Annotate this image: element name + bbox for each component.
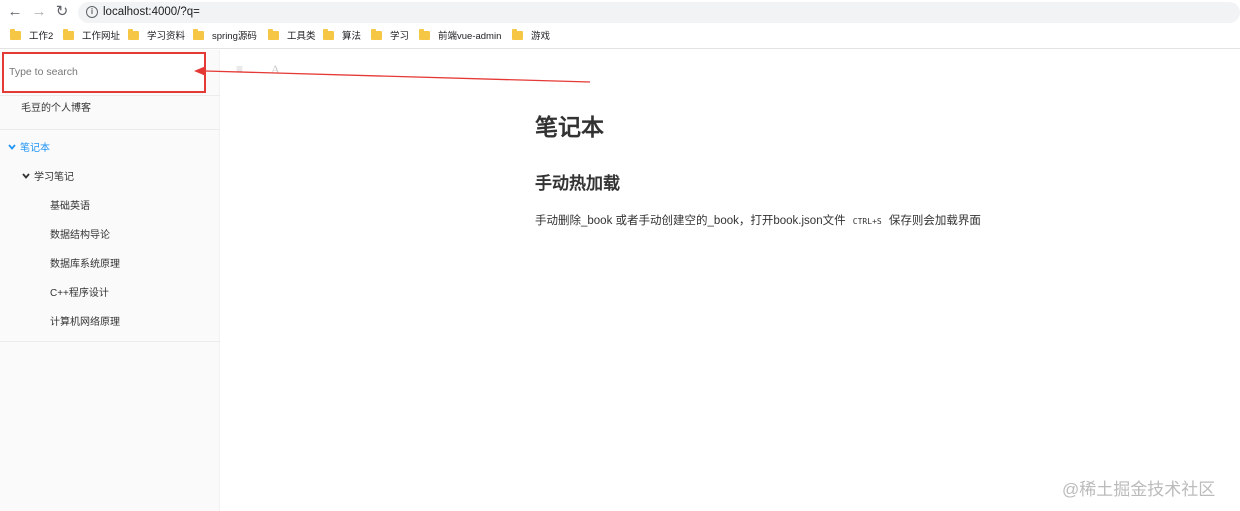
- list-icon[interactable]: ≡: [236, 62, 243, 76]
- info-icon[interactable]: i: [86, 6, 98, 18]
- chevron-down-icon: [22, 173, 30, 179]
- chevron-down-icon: [8, 144, 16, 150]
- section-item-notebook[interactable]: 笔记本: [8, 142, 50, 156]
- content-paragraph: 手动删除_book 或者手动创建空的_book，打开book.json文件 CT…: [535, 215, 981, 227]
- folder-icon: [128, 29, 139, 40]
- note-item[interactable]: 数据结构导论: [50, 229, 110, 243]
- url-text[interactable]: localhost:4000/?q=: [103, 2, 200, 23]
- section-heading: 手动热加载: [535, 174, 620, 193]
- note-item[interactable]: 数据库系统原理: [50, 258, 120, 272]
- blog-link[interactable]: 毛豆的个人博客: [21, 102, 91, 116]
- divider: [0, 129, 220, 130]
- bookmark-item[interactable]: 前端vue-admin: [419, 29, 501, 44]
- reload-icon[interactable]: ↻: [53, 3, 71, 21]
- folder-icon: [10, 29, 21, 40]
- subsection-item-study-notes[interactable]: 学习笔记: [22, 171, 74, 185]
- folder-icon: [193, 29, 204, 40]
- bookmarks-bar: 工作2 工作网址 学习资料 spring源码 工具类 算法 学习 前端vue-a…: [0, 25, 1240, 49]
- divider: [0, 341, 220, 342]
- folder-icon: [419, 29, 430, 40]
- book-sidebar: 毛豆的个人博客 笔记本 学习笔记 基础英语 数据结构导论 数据库系统原理 C++…: [0, 50, 220, 511]
- bookmark-item[interactable]: 游戏: [512, 29, 550, 44]
- folder-icon: [63, 29, 74, 40]
- note-item[interactable]: 基础英语: [50, 200, 90, 214]
- note-item[interactable]: 计算机网络原理: [50, 316, 120, 330]
- search-box: [2, 52, 206, 93]
- bookmark-item[interactable]: 工具类: [268, 29, 316, 44]
- browser-toolbar: ← → ↻ i localhost:4000/?q=: [0, 0, 1240, 25]
- page-title: 笔记本: [535, 114, 604, 140]
- bookmark-item[interactable]: spring源码: [193, 29, 257, 44]
- address-bar[interactable]: i localhost:4000/?q=: [78, 2, 1240, 23]
- folder-icon: [371, 29, 382, 40]
- watermark: @稀土掘金技术社区: [1062, 480, 1216, 499]
- folder-icon: [512, 29, 523, 40]
- folder-icon: [268, 29, 279, 40]
- bookmark-item[interactable]: 学习资料: [128, 29, 185, 44]
- forward-arrow-icon[interactable]: →: [30, 3, 48, 21]
- bookmark-item[interactable]: 工作网址: [63, 29, 120, 44]
- divider: [0, 95, 220, 96]
- note-item[interactable]: C++程序设计: [50, 287, 109, 301]
- bookmark-item[interactable]: 工作2: [10, 29, 53, 44]
- bookmark-item[interactable]: 学习: [371, 29, 409, 44]
- folder-icon: [323, 29, 334, 40]
- bookmark-item[interactable]: 算法: [323, 29, 361, 44]
- back-arrow-icon[interactable]: ←: [6, 3, 24, 21]
- search-input[interactable]: [9, 62, 199, 82]
- font-icon[interactable]: A: [271, 62, 280, 77]
- shortcut-code: CTRL+S: [852, 217, 882, 226]
